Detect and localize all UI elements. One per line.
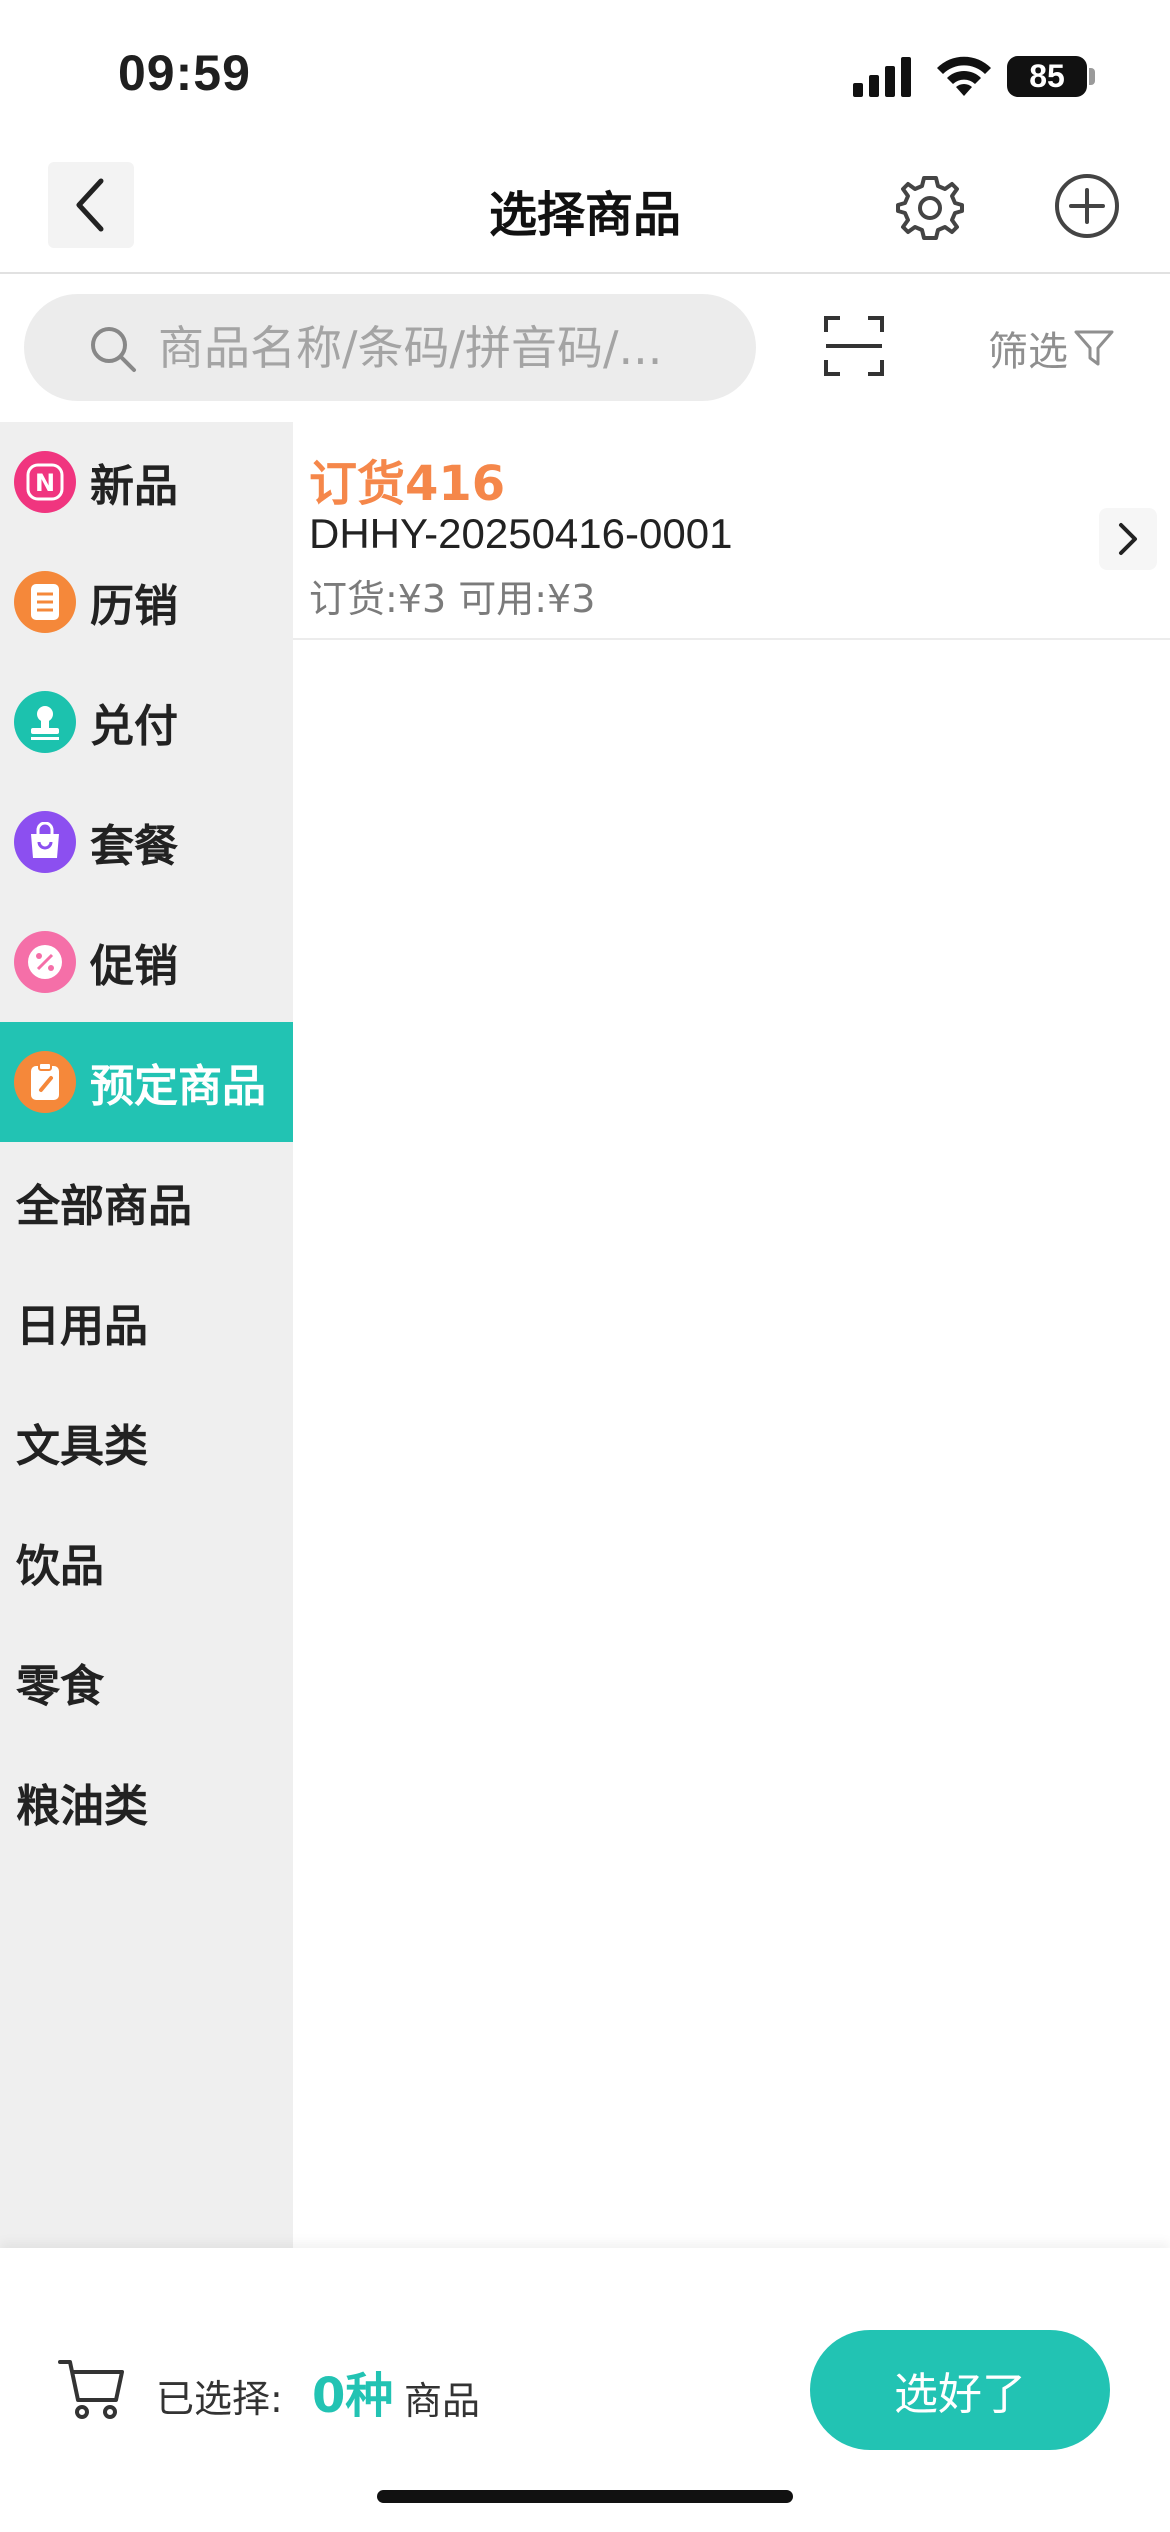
sidebar-item-daily-goods[interactable]: 日用品 bbox=[0, 1262, 293, 1382]
battery-cap bbox=[1089, 68, 1095, 85]
sidebar-item-label: 历销 bbox=[90, 581, 178, 632]
sidebar-item-stationery[interactable]: 文具类 bbox=[0, 1382, 293, 1502]
list-item[interactable]: 订货416 DHHY-20250416-0001 订货:¥3 可用:¥3 bbox=[293, 422, 1170, 640]
nav-bar: 选择商品 bbox=[0, 150, 1170, 274]
new-badge-icon: N bbox=[14, 451, 76, 513]
search-box[interactable] bbox=[24, 294, 756, 401]
sidebar-item-grain-oil[interactable]: 粮油类 bbox=[0, 1742, 293, 1862]
sidebar-item-history-sales[interactable]: 历销 bbox=[0, 542, 293, 662]
signal-icon bbox=[853, 57, 911, 97]
sidebar-item-preorder[interactable]: 预定商品 bbox=[0, 1022, 293, 1142]
confirm-button[interactable]: 选好了 bbox=[810, 2330, 1110, 2450]
selected-unit: 商品 bbox=[404, 2379, 481, 2423]
bag-icon bbox=[14, 811, 76, 873]
search-row: 筛选 bbox=[0, 274, 1170, 422]
sidebar-item-label: 文具类 bbox=[16, 1421, 148, 1472]
battery-icon: 85 bbox=[1007, 56, 1087, 97]
sidebar-item-redeem[interactable]: 兑付 bbox=[0, 662, 293, 782]
status-bar: 09:59 85 bbox=[0, 0, 1170, 150]
sidebar-item-package[interactable]: 套餐 bbox=[0, 782, 293, 902]
sidebar-item-snacks[interactable]: 零食 bbox=[0, 1622, 293, 1742]
stamp-icon bbox=[14, 691, 76, 753]
plus-circle-icon[interactable] bbox=[1053, 172, 1121, 240]
sidebar-item-label: 新品 bbox=[90, 461, 178, 512]
filter-icon bbox=[1074, 330, 1114, 366]
home-indicator[interactable] bbox=[377, 2490, 793, 2503]
sidebar-item-all-products[interactable]: 全部商品 bbox=[0, 1142, 293, 1262]
category-sidebar: N 新品 历销 兑付 套餐 促销 预定商品 全部商品 日用品 文具类 饮品 零食… bbox=[0, 422, 293, 2248]
sidebar-item-label: 全部商品 bbox=[16, 1181, 192, 1232]
search-input[interactable] bbox=[156, 294, 736, 401]
sidebar-item-label: 兑付 bbox=[90, 701, 178, 752]
sidebar-item-promotion[interactable]: 促销 bbox=[0, 902, 293, 1022]
page-title: 选择商品 bbox=[488, 187, 681, 243]
sidebar-item-label: 促销 bbox=[90, 941, 178, 992]
wifi-icon bbox=[937, 56, 991, 96]
cart-icon[interactable] bbox=[58, 2356, 126, 2424]
list-icon bbox=[14, 571, 76, 633]
filter-label: 筛选 bbox=[988, 329, 1068, 375]
scan-icon[interactable] bbox=[822, 314, 886, 378]
product-price: 订货:¥3 可用:¥3 bbox=[309, 577, 596, 621]
product-name: 订货416 bbox=[309, 456, 506, 512]
discount-icon bbox=[14, 931, 76, 993]
sidebar-item-label: 日用品 bbox=[16, 1301, 148, 1352]
detail-button[interactable] bbox=[1099, 508, 1157, 570]
sidebar-item-label: 饮品 bbox=[16, 1541, 104, 1592]
search-icon bbox=[91, 327, 136, 372]
product-list: 订货416 DHHY-20250416-0001 订货:¥3 可用:¥3 bbox=[293, 422, 1170, 2248]
sidebar-item-label: 粮油类 bbox=[16, 1781, 148, 1832]
sidebar-item-label: 套餐 bbox=[90, 821, 178, 872]
sidebar-item-label: 预定商品 bbox=[90, 1061, 266, 1112]
clipboard-icon bbox=[14, 1051, 76, 1113]
sidebar-item-drinks[interactable]: 饮品 bbox=[0, 1502, 293, 1622]
gear-icon[interactable] bbox=[896, 172, 964, 240]
product-code: DHHY-20250416-0001 bbox=[309, 510, 733, 557]
sidebar-item-new[interactable]: N 新品 bbox=[0, 422, 293, 542]
status-time: 09:59 bbox=[118, 45, 251, 101]
chevron-right-icon bbox=[1119, 523, 1137, 555]
sidebar-item-label: 零食 bbox=[16, 1661, 104, 1712]
selected-count: 0种 bbox=[312, 2368, 394, 2424]
filter-button[interactable]: 筛选 bbox=[988, 318, 1114, 378]
selected-label: 已选择: bbox=[156, 2377, 283, 2421]
svg-text:N: N bbox=[35, 469, 55, 497]
